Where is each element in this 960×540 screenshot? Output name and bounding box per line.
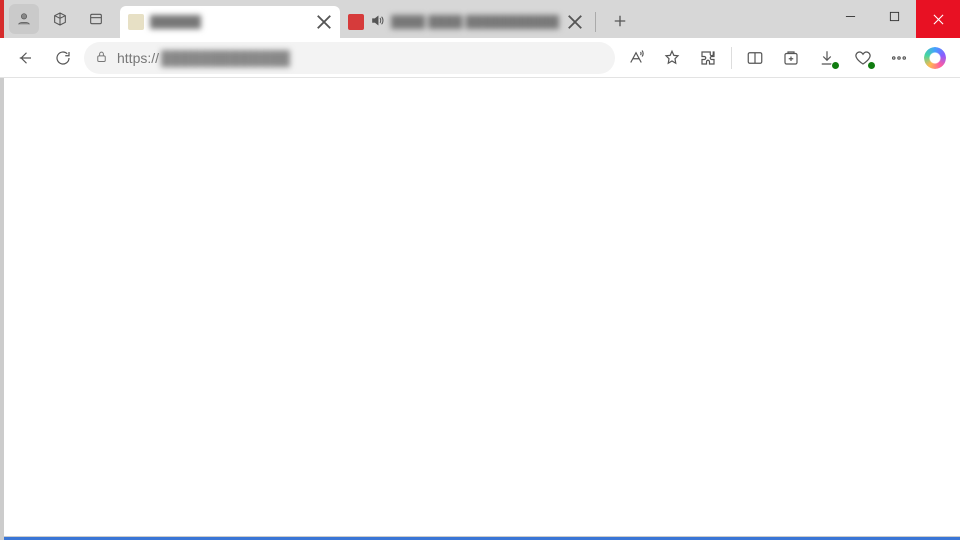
- minimize-icon: [845, 11, 856, 22]
- cube-icon: [52, 11, 68, 27]
- close-icon: [933, 14, 944, 25]
- arrow-left-icon: [16, 49, 34, 67]
- star-icon: [663, 49, 681, 67]
- accent-stripe: [0, 0, 4, 38]
- extensions-button[interactable]: [691, 42, 725, 74]
- collections-button[interactable]: [774, 42, 808, 74]
- url-host-obscured: █████████████: [161, 50, 290, 66]
- lock-icon: [94, 49, 109, 67]
- collections-icon: [782, 49, 800, 67]
- window-close-button[interactable]: [916, 0, 960, 38]
- tab-active[interactable]: ██████: [120, 6, 340, 38]
- address-bar[interactable]: https://█████████████: [84, 42, 615, 74]
- close-icon: [565, 12, 585, 32]
- browser-essentials-button[interactable]: [846, 42, 880, 74]
- url-scheme: https://: [117, 50, 159, 66]
- plus-icon: [613, 14, 627, 28]
- tab-title: ██████: [150, 15, 308, 29]
- split-screen-button[interactable]: [738, 42, 772, 74]
- toolbar-right: [619, 42, 952, 74]
- favicon-icon: [128, 14, 144, 30]
- tab-separator: [595, 12, 596, 32]
- new-tab-button[interactable]: [606, 7, 634, 35]
- split-icon: [746, 49, 764, 67]
- refresh-button[interactable]: [46, 42, 80, 74]
- status-dot-icon: [831, 61, 840, 70]
- toolbar: https://█████████████: [0, 38, 960, 78]
- back-button[interactable]: [8, 42, 42, 74]
- tab-close-button[interactable]: [314, 12, 334, 32]
- status-dot-icon: [867, 61, 876, 70]
- audio-playing-icon[interactable]: [370, 13, 385, 31]
- downloads-button[interactable]: [810, 42, 844, 74]
- refresh-icon: [54, 49, 72, 67]
- ellipsis-icon: [890, 49, 908, 67]
- copilot-icon: [924, 47, 946, 69]
- minimize-button[interactable]: [828, 0, 872, 32]
- person-icon: [16, 11, 32, 27]
- profile-button[interactable]: [9, 4, 39, 34]
- read-aloud-icon: [627, 49, 645, 67]
- read-aloud-button[interactable]: [619, 42, 653, 74]
- close-icon: [314, 12, 334, 32]
- puzzle-icon: [699, 49, 717, 67]
- workspaces-button[interactable]: [45, 4, 75, 34]
- tab-overview-icon: [88, 11, 104, 27]
- separator: [731, 47, 732, 69]
- favicon-icon: [348, 14, 364, 30]
- maximize-button[interactable]: [872, 0, 916, 32]
- tab-inactive[interactable]: ████ ████ ███████████: [340, 6, 591, 38]
- favorite-button[interactable]: [655, 42, 689, 74]
- url-text: https://█████████████: [117, 50, 605, 66]
- titlebar: ██████ ████ ████ ███████████: [0, 0, 960, 38]
- tab-actions-button[interactable]: [81, 4, 111, 34]
- tab-strip: ██████ ████ ████ ███████████: [120, 0, 634, 38]
- tab-close-button[interactable]: [565, 12, 585, 32]
- tab-title: ████ ████ ███████████: [391, 15, 559, 29]
- window-controls: [828, 0, 960, 38]
- maximize-icon: [889, 11, 900, 22]
- copilot-button[interactable]: [918, 42, 952, 74]
- page-viewport[interactable]: [4, 78, 960, 536]
- more-button[interactable]: [882, 42, 916, 74]
